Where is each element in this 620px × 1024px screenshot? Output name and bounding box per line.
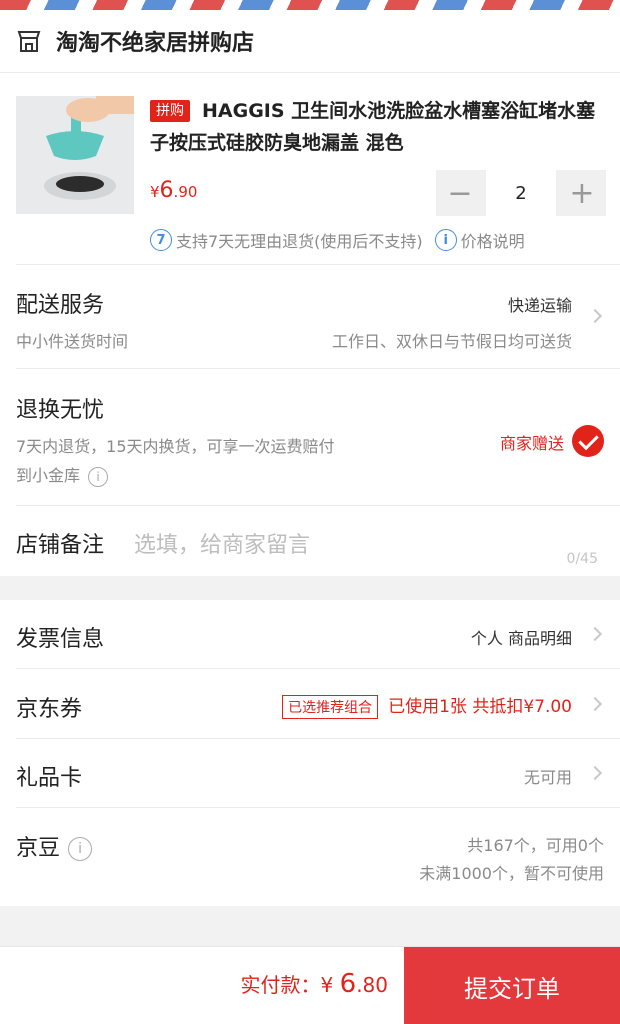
decrease-button[interactable]: − (436, 170, 484, 216)
product-price: ¥6.90 (150, 178, 197, 203)
divider (0, 72, 620, 73)
coupon-value[interactable]: 已选推荐组合 已使用1张 共抵扣¥7.00 (282, 692, 572, 719)
seven-day-return-icon: 7 (150, 229, 172, 251)
price-info-link[interactable]: 价格说明 (461, 228, 525, 252)
quantity-stepper: − 2 + (436, 170, 606, 216)
invoice-label[interactable]: 发票信息 (16, 621, 104, 653)
checkmark-icon[interactable] (572, 425, 604, 457)
checkout-bar: 实付款：¥ 6.80 提交订单 (0, 946, 620, 1024)
total-integer: 6 (339, 969, 357, 999)
drain-plug-image (16, 96, 134, 214)
divider (16, 264, 620, 265)
price-decimal: .90 (173, 183, 198, 201)
divider (16, 368, 620, 369)
quantity-input[interactable]: 2 (486, 170, 556, 216)
note-counter: 0/45 (566, 551, 598, 567)
coupon-value-text: 已使用1张 共抵扣¥7.00 (388, 697, 572, 717)
invoice-value[interactable]: 个人 商品明细 (471, 625, 572, 649)
divider (16, 505, 620, 506)
divider (16, 807, 620, 808)
total-amount: 实付款：¥ 6.80 (241, 969, 388, 999)
note-input[interactable]: 选填，给商家留言 (134, 527, 310, 559)
returns-desc-2-text: 到小金库 (16, 466, 81, 485)
info-icon[interactable]: i (68, 837, 93, 861)
product-image[interactable] (16, 96, 134, 214)
note-label: 店铺备注 (16, 533, 105, 558)
product-title[interactable]: 拼购 HAGGIS 卫生间水池洗脸盆水槽塞浴缸堵水塞子按压式硅胶防臭地漏盖 混色 (150, 95, 606, 159)
price-integer: 6 (159, 178, 174, 203)
recommended-combo-badge: 已选推荐组合 (282, 695, 379, 719)
return-policy-text: 支持7天无理由退货(使用后不支持) (176, 232, 423, 251)
giftcard-label[interactable]: 礼品卡 (16, 760, 82, 792)
giftcard-value[interactable]: 无可用 (524, 764, 572, 788)
submit-order-button[interactable]: 提交订单 (404, 947, 620, 1024)
returns-label: 退换无忧 (16, 398, 105, 423)
delivery-method[interactable]: 快递运输 (508, 292, 572, 316)
pingou-tag: 拼购 (150, 100, 190, 122)
product-title-text: HAGGIS 卫生间水池洗脸盆水槽塞浴缸堵水塞子按压式硅胶防臭地漏盖 混色 (150, 100, 596, 154)
support-info: 7 支持7天无理由退货(使用后不支持) i 价格说明 (150, 228, 525, 252)
merchant-gift-label: 商家赠送 (499, 434, 564, 453)
info-icon[interactable]: i (88, 466, 109, 487)
store-icon (17, 31, 41, 52)
jingdou-count: 共167个，可用0个 (467, 836, 604, 855)
delivery-sub: 中小件送货时间 (16, 332, 129, 351)
delivery-time: 工作日、双休日与节假日均可送货 (331, 332, 572, 351)
jingdou-note: 未满1000个，暂不可使用 (419, 864, 604, 883)
shop-name[interactable]: 淘淘不绝家居拼购店 (56, 25, 254, 57)
jingdou-label: 京豆 i (16, 830, 93, 862)
delivery-label[interactable]: 配送服务 (16, 287, 104, 319)
total-decimal: .80 (356, 973, 388, 997)
divider (16, 738, 620, 739)
info-icon[interactable]: i (434, 229, 457, 251)
returns-desc-2: 到小金库 i (16, 462, 109, 487)
total-currency: ¥ (320, 973, 340, 997)
returns-desc: 7天内退货，15天内换货，可享一次运费赔付 (16, 437, 335, 456)
total-label: 实付款： (240, 973, 321, 997)
price-currency: ¥ (150, 183, 160, 201)
increase-button[interactable]: + (558, 170, 606, 216)
jingdou-label-text: 京豆 (16, 836, 61, 861)
airmail-stripe (0, 0, 620, 10)
coupon-label[interactable]: 京东券 (16, 691, 82, 723)
divider (16, 668, 620, 669)
